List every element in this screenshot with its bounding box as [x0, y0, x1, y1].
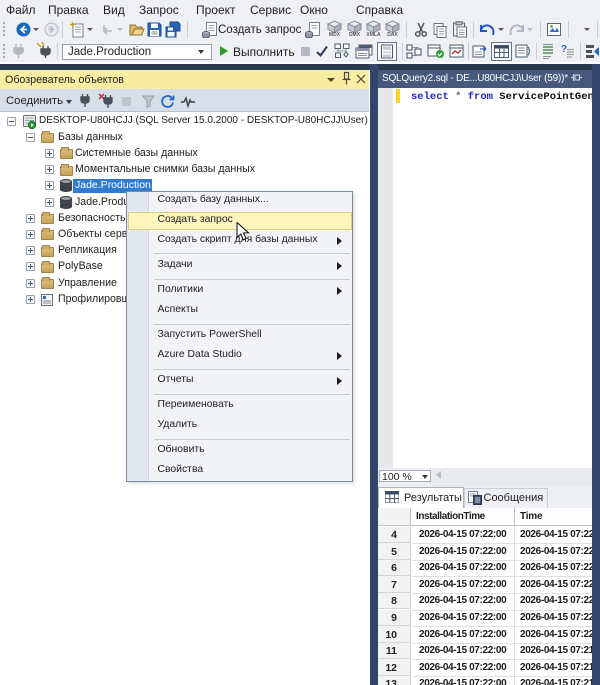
- svg-text:?: ?: [561, 44, 567, 55]
